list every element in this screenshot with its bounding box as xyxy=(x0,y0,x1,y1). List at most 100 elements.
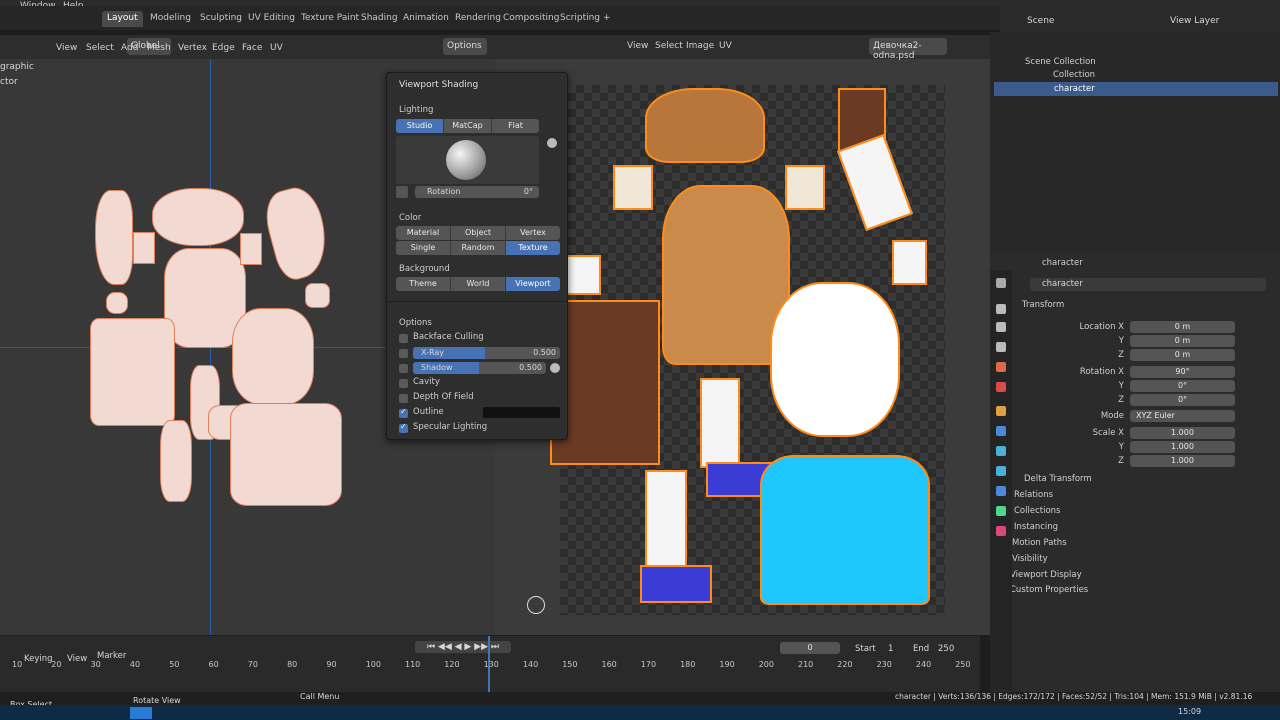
delta-transform-panel[interactable]: Delta Transform xyxy=(1024,474,1092,484)
start-frame-value[interactable]: 1 xyxy=(888,644,893,654)
color-vertex[interactable]: Vertex xyxy=(506,226,560,240)
img-menu-select[interactable]: Select xyxy=(655,41,683,51)
rotation-z-field[interactable]: 0° xyxy=(1130,394,1235,406)
custom-properties-panel[interactable]: Custom Properties xyxy=(1010,585,1088,595)
color-random[interactable]: Random xyxy=(451,241,506,255)
color-material[interactable]: Material xyxy=(396,226,451,240)
outliner-scene-collection[interactable]: Scene Collection xyxy=(1025,57,1096,67)
location-z-field[interactable]: 0 m xyxy=(1130,349,1235,361)
playback-controls[interactable]: ⏮ ◀◀ ◀ ▶ ▶▶ ⏭ xyxy=(415,641,511,653)
scale-y-field[interactable]: 1.000 xyxy=(1130,441,1235,453)
end-frame-value[interactable]: 250 xyxy=(938,644,954,654)
output-icon[interactable] xyxy=(996,322,1006,332)
outliner-collection[interactable]: Collection xyxy=(1053,70,1095,80)
visibility-panel[interactable]: Visibility xyxy=(1012,554,1048,564)
view-layer-name[interactable]: View Layer xyxy=(1170,16,1219,26)
world-icon[interactable] xyxy=(396,186,408,198)
menu-view[interactable]: View xyxy=(56,43,77,53)
modifier-icon[interactable] xyxy=(996,426,1006,436)
scene-name[interactable]: Scene xyxy=(1027,16,1054,26)
scale-z-field[interactable]: 1.000 xyxy=(1130,455,1235,467)
data-icon[interactable] xyxy=(996,506,1006,516)
lighting-flat[interactable]: Flat xyxy=(492,119,539,133)
color-single[interactable]: Single xyxy=(396,241,451,255)
lighting-matcap[interactable]: MatCap xyxy=(444,119,492,133)
rotation-mode-dropdown[interactable]: XYZ Euler xyxy=(1130,410,1235,422)
menu-vertex[interactable]: Vertex xyxy=(178,43,207,53)
material-icon[interactable] xyxy=(996,526,1006,536)
gear-icon[interactable] xyxy=(547,138,557,148)
img-menu-view[interactable]: View xyxy=(627,41,648,51)
rotation-field[interactable]: Rotation 0° xyxy=(415,186,539,198)
backface-culling-checkbox[interactable] xyxy=(399,334,408,343)
outline-checkbox[interactable] xyxy=(399,407,408,418)
location-x-field[interactable]: 0 m xyxy=(1130,321,1235,333)
menu-mesh[interactable]: Mesh xyxy=(147,43,171,53)
object-name-field[interactable]: character xyxy=(1030,278,1266,291)
studio-light-preview[interactable] xyxy=(396,136,539,184)
instancing-panel[interactable]: Instancing xyxy=(1014,522,1058,532)
blender-taskbar-icon[interactable] xyxy=(130,707,152,719)
timeline-menu-marker[interactable]: Marker xyxy=(97,651,126,661)
world-icon[interactable] xyxy=(996,382,1006,392)
scale-x-field[interactable]: 1.000 xyxy=(1130,427,1235,439)
menu-face[interactable]: Face xyxy=(242,43,262,53)
constraints-icon[interactable] xyxy=(996,486,1006,496)
rotation-x-field[interactable]: 90° xyxy=(1130,366,1235,378)
menu-edge[interactable]: Edge xyxy=(212,43,235,53)
tool-icon[interactable] xyxy=(996,278,1006,288)
physics-icon[interactable] xyxy=(996,466,1006,476)
particles-icon[interactable] xyxy=(996,446,1006,456)
options-dropdown[interactable]: Options xyxy=(443,38,487,55)
transform-panel-header[interactable]: Transform xyxy=(1022,300,1064,310)
cavity-checkbox[interactable] xyxy=(399,379,408,388)
uv-hand xyxy=(892,240,927,285)
tab-shading[interactable]: Shading xyxy=(356,11,403,27)
tab-texture-paint[interactable]: Texture Paint xyxy=(296,11,364,27)
outliner-character[interactable]: character xyxy=(1054,84,1095,94)
color-texture[interactable]: Texture xyxy=(506,241,560,255)
shadow-checkbox[interactable] xyxy=(399,364,408,373)
tab-sculpting[interactable]: Sculpting xyxy=(195,11,247,27)
background-theme[interactable]: Theme xyxy=(396,277,451,291)
outline-color-swatch[interactable] xyxy=(483,407,560,418)
location-y-field[interactable]: 0 m xyxy=(1130,335,1235,347)
tab-animation[interactable]: Animation xyxy=(398,11,454,27)
gear-icon[interactable] xyxy=(550,363,560,373)
scene-icon[interactable] xyxy=(996,362,1006,372)
background-world[interactable]: World xyxy=(451,277,506,291)
menu-uv[interactable]: UV xyxy=(270,43,283,53)
specular-lighting-checkbox[interactable] xyxy=(399,422,408,433)
object-icon[interactable] xyxy=(996,406,1006,416)
tab-uv-editing[interactable]: UV Editing xyxy=(243,11,300,27)
xray-slider[interactable]: X-Ray 0.500 xyxy=(413,347,560,359)
uv-leg xyxy=(645,470,687,580)
current-frame-field[interactable]: 0 xyxy=(780,642,840,654)
background-viewport[interactable]: Viewport xyxy=(506,277,560,291)
relations-panel[interactable]: Relations xyxy=(1014,490,1053,500)
depth-of-field-checkbox[interactable] xyxy=(399,394,408,403)
color-object[interactable]: Object xyxy=(451,226,506,240)
timeline-menu-keying[interactable]: Keying xyxy=(24,654,53,664)
menu-add[interactable]: Add xyxy=(121,43,138,53)
xray-checkbox[interactable] xyxy=(399,349,408,358)
collections-panel[interactable]: Collections xyxy=(1014,506,1060,516)
motion-paths-panel[interactable]: Motion Paths xyxy=(1012,538,1067,548)
viewport-display-panel[interactable]: Viewport Display xyxy=(1010,570,1082,580)
image-name-field[interactable]: Девочка2-odna.psd xyxy=(869,38,947,61)
tab-layout[interactable]: Layout xyxy=(102,11,143,27)
add-workspace-button[interactable]: + xyxy=(598,11,616,27)
menu-select[interactable]: Select xyxy=(86,43,114,53)
tab-modeling[interactable]: Modeling xyxy=(145,11,196,27)
shadow-slider[interactable]: Shadow 0.500 xyxy=(413,362,546,374)
view-layer-icon[interactable] xyxy=(996,342,1006,352)
img-menu-uv[interactable]: UV xyxy=(719,41,732,51)
lighting-studio[interactable]: Studio xyxy=(396,119,444,133)
timeline-menu-view[interactable]: View xyxy=(67,654,87,664)
render-icon[interactable] xyxy=(996,304,1006,314)
2d-cursor-icon[interactable] xyxy=(527,596,545,614)
outliner-row-selected[interactable]: character xyxy=(994,82,1278,96)
rotation-y-field[interactable]: 0° xyxy=(1130,380,1235,392)
uv-island xyxy=(133,232,155,264)
img-menu-image[interactable]: Image xyxy=(686,41,714,51)
